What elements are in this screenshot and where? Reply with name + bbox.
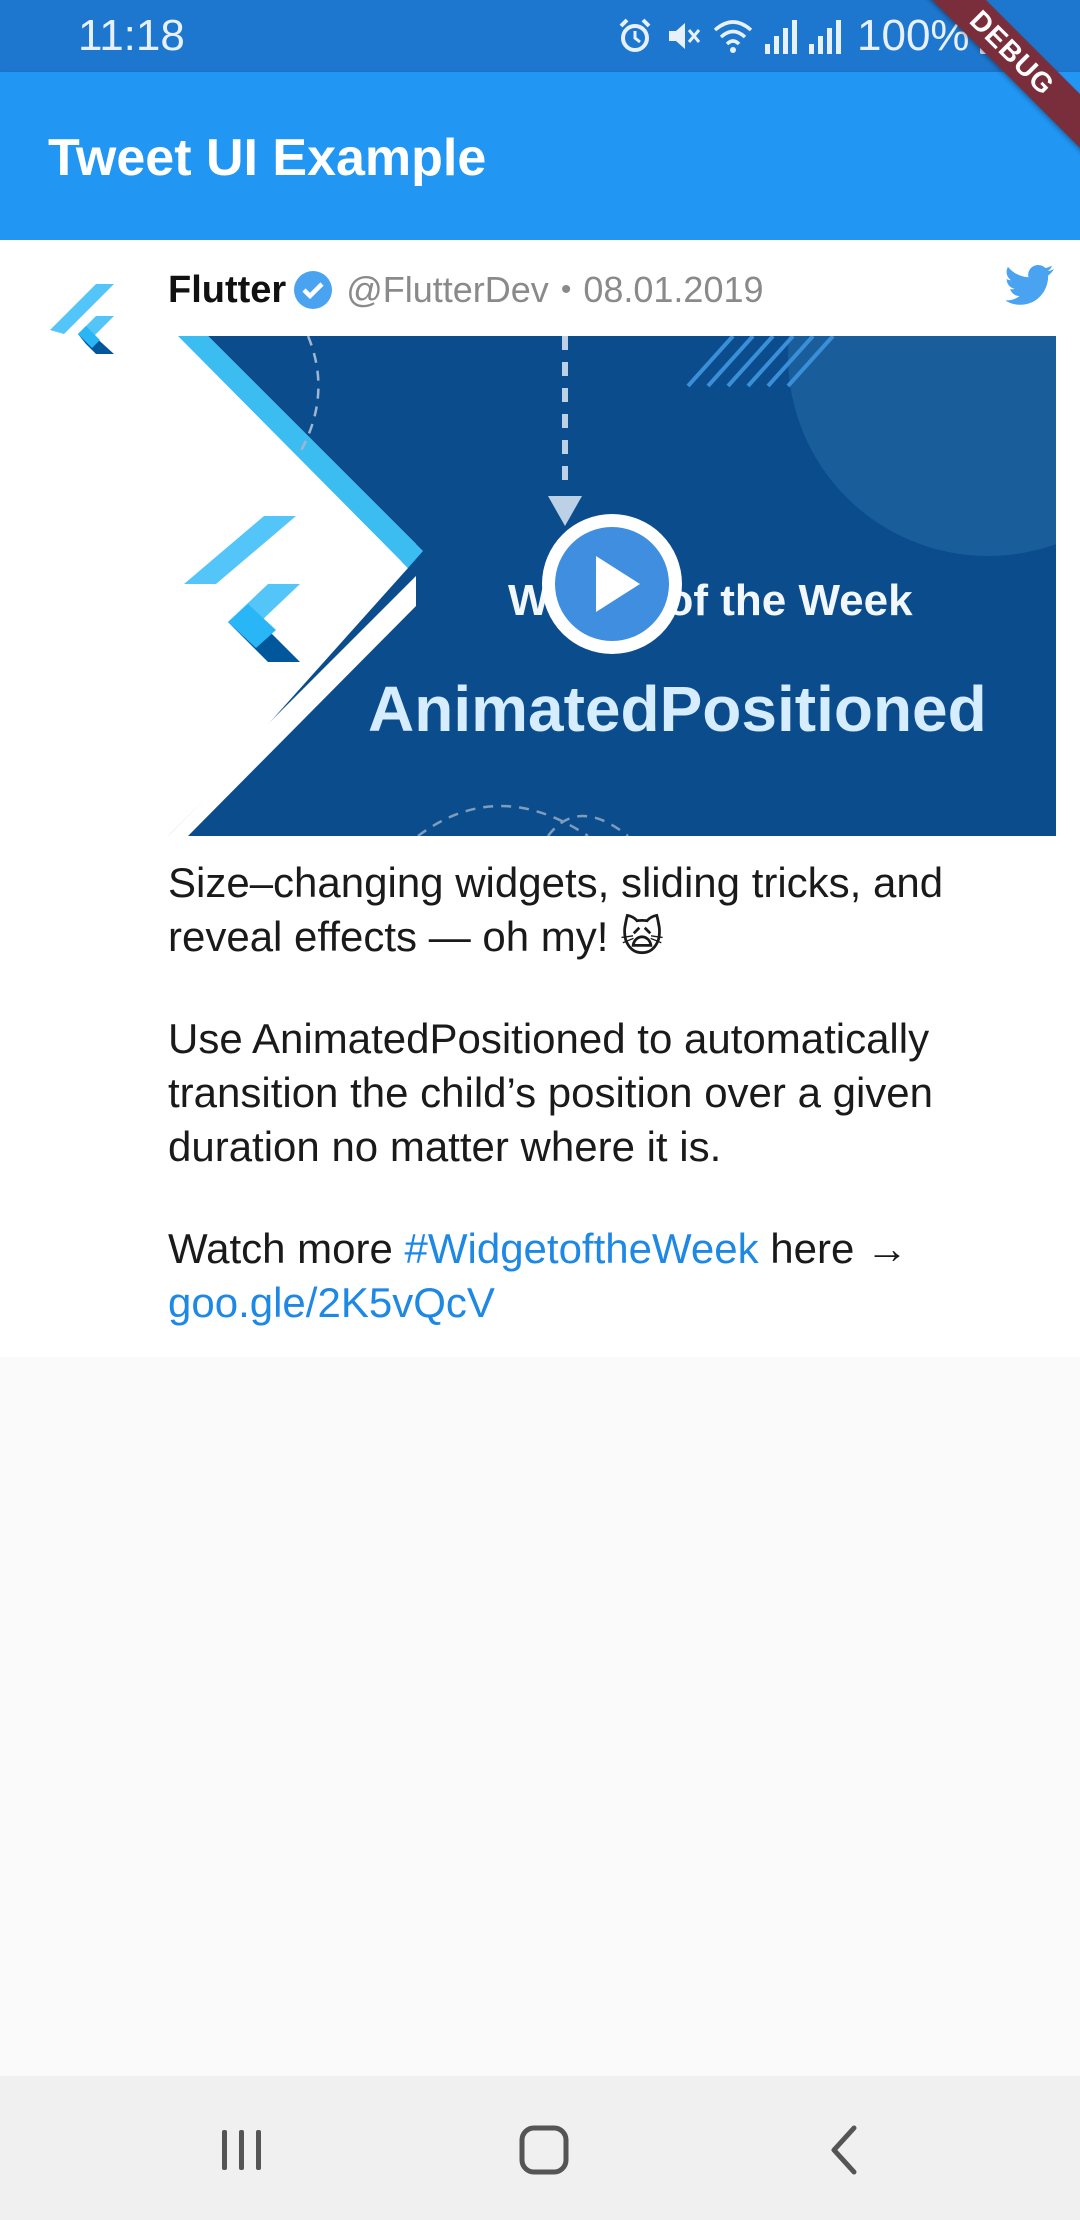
author-handle[interactable]: @FlutterDev xyxy=(346,269,549,311)
tweet-paragraph: Size–changing widgets, sliding tricks, a… xyxy=(168,859,944,960)
tweet-header: Flutter @FlutterDev • 08.01.2019 xyxy=(168,262,764,318)
tweet-text-mid: here → xyxy=(758,1225,908,1272)
video-overlay-subtitle: AnimatedPositioned xyxy=(368,673,987,745)
tweet-text: Size–changing widgets, sliding tricks, a… xyxy=(168,856,1048,1378)
app-bar: Tweet UI Example xyxy=(0,72,1080,240)
flutter-logo-avatar[interactable] xyxy=(34,268,142,376)
tweet-paragraph: Watch more #WidgetoftheWeek here → goo.gl… xyxy=(168,1222,1048,1330)
status-time: 11:18 xyxy=(78,11,185,60)
video-thumbnail[interactable]: Widget of the Week AnimatedPositioned xyxy=(168,336,1056,836)
verified-badge-icon xyxy=(294,271,333,309)
tweet-paragraph: Use AnimatedPositioned to automatically … xyxy=(168,1015,934,1170)
signal-icon xyxy=(765,20,797,54)
url-link[interactable]: goo.gle/2K5vQcV xyxy=(168,1279,495,1326)
tweet-date: 08.01.2019 xyxy=(583,269,764,310)
mute-icon xyxy=(669,23,701,49)
twitter-bird-icon[interactable] xyxy=(1006,264,1056,306)
signal-icon xyxy=(809,20,841,54)
home-icon[interactable] xyxy=(514,2120,574,2180)
recents-icon[interactable] xyxy=(212,2120,272,2180)
back-icon[interactable] xyxy=(816,2120,876,2180)
hashtag-link[interactable]: #WidgetoftheWeek xyxy=(405,1225,759,1272)
tweet-text-prefix: Watch more xyxy=(168,1225,405,1272)
author-name[interactable]: Flutter xyxy=(168,269,286,312)
status-icons: 100% xyxy=(615,12,1002,60)
play-button-icon[interactable] xyxy=(536,508,688,660)
page-title: Tweet UI Example xyxy=(48,129,487,187)
status-bar: 11:18 100% xyxy=(0,0,1080,72)
system-nav-bar xyxy=(0,2076,1080,2220)
alarm-icon xyxy=(619,18,651,52)
separator-dot: • xyxy=(560,273,572,306)
tweet-card[interactable]: Flutter @FlutterDev • 08.01.2019 Widget … xyxy=(0,240,1080,1357)
wifi-icon xyxy=(713,20,753,53)
